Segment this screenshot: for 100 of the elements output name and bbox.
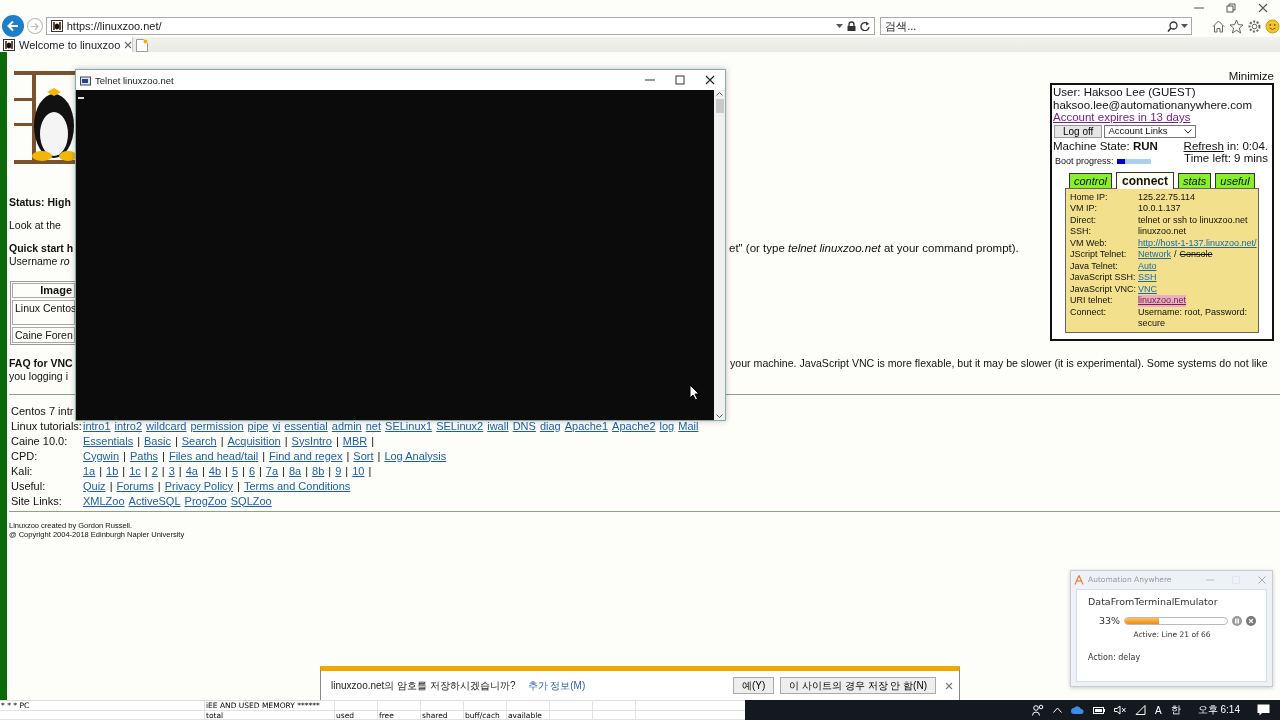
restore-icon[interactable]	[1226, 2, 1236, 13]
chevron-up-icon[interactable]	[1053, 707, 1063, 713]
tutorial-link[interactable]: Terms and Conditions	[243, 479, 351, 492]
tutorial-link[interactable]: Privacy Policy	[164, 479, 234, 492]
battery-icon[interactable]	[1093, 705, 1106, 715]
tutorial-link[interactable]: Acquisition	[227, 434, 281, 447]
expiry-link[interactable]: Account expires in 13 days	[1053, 111, 1191, 124]
panel-tab[interactable]: connect	[1116, 171, 1175, 189]
close-icon[interactable]	[705, 75, 715, 85]
tutorial-link[interactable]: permission	[190, 419, 244, 432]
tutorial-link[interactable]: ActiveSQL	[128, 494, 181, 507]
panel-tab[interactable]: useful	[1215, 172, 1255, 188]
save-choice-button[interactable]: 예(Y)	[732, 677, 775, 694]
tutorial-link[interactable]: Basic	[144, 434, 171, 447]
tutorial-link[interactable]: Sort	[353, 449, 374, 462]
panel-tab[interactable]: stats	[1178, 172, 1212, 188]
account-select[interactable]: Account Links	[1104, 124, 1197, 138]
new-tab-icon[interactable]	[135, 39, 148, 52]
tutorial-link[interactable]: DNS	[512, 419, 536, 432]
tutorial-link[interactable]: Files and head/tail	[168, 449, 259, 462]
star-icon[interactable]	[1229, 18, 1244, 34]
tutorial-link[interactable]: 6	[248, 464, 255, 477]
scroll-up-icon[interactable]	[716, 92, 723, 96]
smiley-icon[interactable]	[1265, 18, 1280, 34]
minimize-link[interactable]: Minimize	[1050, 70, 1274, 83]
tutorial-link[interactable]: 5	[231, 464, 238, 477]
search-field[interactable]: 검색...	[880, 17, 1193, 35]
tutorial-link[interactable]: SELinux1	[385, 419, 433, 432]
tutorial-link[interactable]: Search	[181, 434, 217, 447]
scrollbar[interactable]	[714, 90, 725, 420]
info-link[interactable]: Auto	[1138, 260, 1157, 272]
tutorial-link[interactable]: wildcard	[146, 419, 187, 432]
people-icon[interactable]	[1032, 704, 1045, 716]
pause-icon[interactable]	[1232, 615, 1242, 626]
tutorial-link[interactable]: iwall	[487, 419, 509, 432]
tutorial-link[interactable]: 4a	[185, 464, 198, 477]
tutorial-link[interactable]: intro1	[83, 419, 111, 432]
muted-speaker-icon[interactable]	[1114, 705, 1127, 715]
more-info-link[interactable]: 추가 정보(M)	[527, 678, 586, 693]
tutorial-link[interactable]: 7a	[265, 464, 279, 477]
back-button[interactable]	[2, 15, 24, 37]
tutorial-link[interactable]: Forums	[116, 479, 154, 492]
clock-text[interactable]: 오후 6:14	[1197, 703, 1240, 717]
tutorial-link[interactable]: log	[659, 419, 675, 432]
stop-icon[interactable]	[1246, 615, 1256, 626]
tutorial-link[interactable]: 4b	[208, 464, 222, 477]
tutorial-link[interactable]: 1b	[106, 464, 119, 477]
tutorial-link[interactable]: 2	[151, 464, 158, 477]
close-icon[interactable]	[1258, 2, 1268, 13]
tutorial-link[interactable]: Mail	[678, 419, 699, 432]
tutorial-link[interactable]: 10	[352, 464, 365, 477]
notification-icon[interactable]	[1257, 704, 1270, 716]
tutorial-link[interactable]: 3	[168, 464, 175, 477]
tutorial-link[interactable]: Essentials	[83, 434, 134, 447]
tutorial-link[interactable]: Log Analysis	[384, 449, 447, 462]
info-link[interactable]: VNC	[1138, 283, 1157, 295]
tutorial-link[interactable]: Quiz	[83, 479, 106, 492]
tutorial-link[interactable]: essential	[284, 419, 328, 432]
address-field[interactable]: https://linuxzoo.net/	[45, 17, 876, 35]
home-icon[interactable]	[1211, 18, 1226, 34]
scroll-down-icon[interactable]	[716, 414, 723, 418]
info-link[interactable]: http://host-1-137.linuxzoo.net/	[1138, 237, 1257, 249]
panel-tab[interactable]: control	[1069, 172, 1113, 188]
settings-icon[interactable]	[1247, 18, 1262, 34]
tutorial-link[interactable]: diag	[539, 419, 561, 432]
tutorial-link[interactable]: SysIntro	[291, 434, 332, 447]
logoff-button[interactable]: Log off	[1054, 124, 1103, 138]
tutorial-link[interactable]: intro2	[114, 419, 143, 432]
tutorial-link[interactable]: vi	[272, 419, 281, 432]
language-indicator[interactable]: 한	[1170, 703, 1181, 717]
tutorial-link[interactable]: ProgZoo	[184, 494, 227, 507]
save-choice-button[interactable]: 이 사이트의 경우 저장 안 함(N)	[780, 677, 936, 694]
tutorial-link[interactable]: 1a	[83, 464, 96, 477]
input-mode-indicator[interactable]: A	[1155, 704, 1162, 716]
cloud-icon[interactable]	[1071, 706, 1085, 714]
tutorial-link[interactable]: 8a	[288, 464, 302, 477]
tutorial-link[interactable]: Paths	[129, 449, 159, 462]
info-link[interactable]: linuxzoo.net	[1138, 295, 1187, 307]
tutorial-link[interactable]: 9	[335, 464, 342, 477]
tutorial-link[interactable]: Apache2	[612, 419, 656, 432]
info-link[interactable]: Network	[1138, 249, 1171, 261]
maximize-icon[interactable]	[675, 75, 685, 85]
tutorial-link[interactable]: XMLZoo	[83, 494, 125, 507]
tutorial-link[interactable]: net	[365, 419, 382, 432]
tutorial-link[interactable]: Find and regex	[269, 449, 343, 462]
tutorial-link[interactable]: Apache1	[564, 419, 609, 432]
tutorial-link[interactable]: SELinux2	[436, 419, 484, 432]
refresh-link[interactable]: Refresh	[1183, 139, 1224, 152]
tutorial-link[interactable]: admin	[331, 419, 362, 432]
tutorial-link[interactable]: pipe	[247, 419, 269, 432]
tutorial-link[interactable]: MBR	[342, 434, 368, 447]
tutorial-link[interactable]: SQLZoo	[230, 494, 272, 507]
scrollbar-thumb[interactable]	[715, 99, 724, 113]
caret-icon[interactable]	[836, 24, 844, 28]
tutorial-link[interactable]: 8b	[312, 464, 325, 477]
tutorial-link[interactable]: Cygwin	[83, 449, 120, 462]
browser-tab[interactable]: Welcome to linuxzoo	[0, 37, 133, 52]
info-link[interactable]: SSH	[1138, 272, 1157, 284]
refresh-icon[interactable]	[860, 21, 871, 31]
tutorial-link[interactable]: 1c	[129, 464, 141, 477]
